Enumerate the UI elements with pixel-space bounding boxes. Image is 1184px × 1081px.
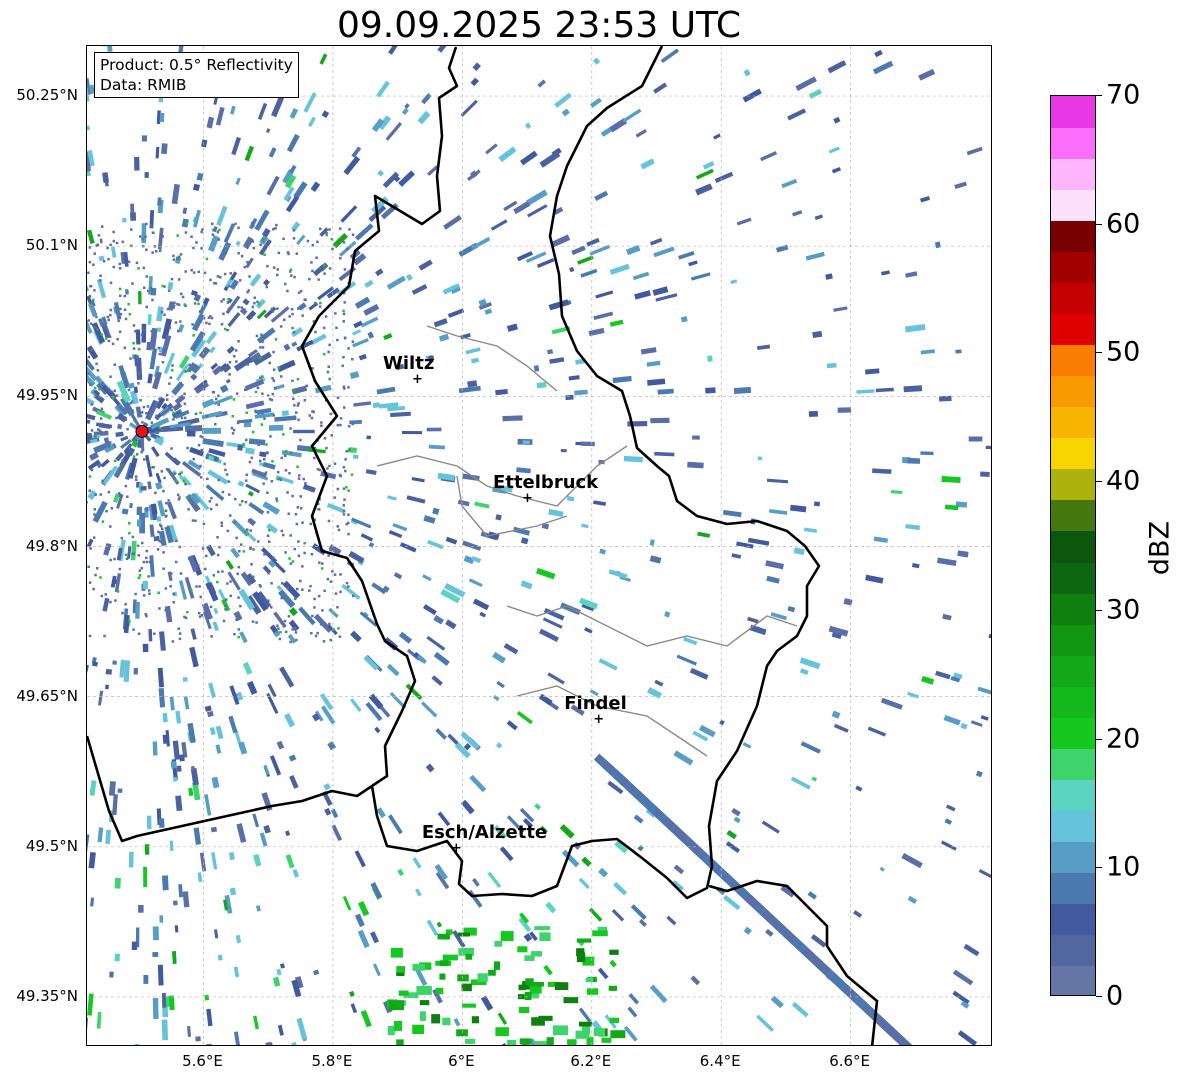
country-borders [87, 46, 879, 1045]
lon-tick-label: 6.6°E [829, 1052, 871, 1070]
colorbar-tick-label: 70 [1106, 79, 1141, 111]
colorbar-tick-label: 60 [1106, 208, 1141, 240]
lon-tick-label: 6.2°E [570, 1052, 612, 1070]
colorbar-segment [1051, 903, 1095, 936]
colorbar-segment [1051, 965, 1095, 995]
colorbar-segment [1051, 96, 1095, 128]
city-marker-icon: + [593, 711, 605, 727]
lat-tick-label: 50.1°N [25, 236, 78, 255]
lat-tick-label: 50.25°N [16, 86, 78, 105]
district-border [506, 605, 798, 647]
colorbar-tick-label: 40 [1106, 465, 1141, 497]
colorbar-segment [1051, 158, 1095, 190]
colorbar-segment [1051, 127, 1095, 159]
city-marker-icon: + [522, 491, 533, 507]
colorbar-segment [1051, 344, 1095, 377]
map-canvas [87, 46, 991, 1045]
colorbar-segment [1051, 189, 1095, 221]
colorbar-tick-mark [1096, 481, 1102, 483]
radar-site-marker [135, 424, 149, 438]
colorbar-segment [1051, 562, 1095, 594]
lat-tick-label: 49.5°N [25, 836, 78, 855]
colorbar-segment [1051, 779, 1095, 812]
radar-site-dot [135, 424, 149, 438]
map-title: 09.09.2025 23:53 UTC [336, 5, 742, 46]
colorbar-tick-label: 30 [1106, 594, 1141, 626]
city-label: Wiltz [383, 353, 435, 375]
colorbar-tick-label: 0 [1106, 980, 1124, 1012]
colorbar-segment [1051, 717, 1095, 749]
lat-tick-label: 49.8°N [25, 536, 78, 555]
colorbar-segment [1051, 375, 1095, 408]
colorbar-segment [1051, 624, 1095, 656]
colorbar-segment [1051, 437, 1095, 470]
city-marker-icon: + [450, 840, 462, 856]
city-marker-icon: + [412, 372, 423, 388]
lon-tick-label: 5.6°E [182, 1052, 223, 1070]
colorbar-tick-label: 20 [1106, 723, 1141, 755]
data-source-label: Data: RMIB [100, 76, 187, 94]
colorbar-segment [1051, 251, 1095, 283]
colorbar-segment [1051, 841, 1095, 874]
colorbar-segment [1051, 810, 1095, 843]
colorbar-tick-mark [1096, 352, 1102, 354]
lat-tick-label: 49.95°N [16, 386, 78, 405]
radar-map[interactable] [86, 45, 992, 1046]
colorbar-tick-mark [1096, 738, 1102, 740]
colorbar-segment [1051, 468, 1095, 501]
colorbar-segment [1051, 655, 1095, 687]
colorbar-tick-mark [1096, 223, 1102, 225]
lat-tick-label: 49.65°N [16, 686, 78, 705]
colorbar-segment [1051, 406, 1095, 439]
city-label: Ettelbruck [493, 472, 599, 494]
product-label: Product: 0.5° Reflectivity [100, 56, 293, 74]
lon-tick-label: 6.4°E [699, 1052, 741, 1070]
colorbar-segment [1051, 220, 1095, 252]
colorbar-segment [1051, 282, 1095, 314]
colorbar-segment [1051, 313, 1095, 346]
colorbar-unit-label: dBZ [1144, 520, 1176, 576]
city-label: Esch/Alzette [421, 821, 548, 843]
colorbar-segment [1051, 530, 1095, 563]
colorbar-segment [1051, 593, 1095, 625]
colorbar-segment [1051, 686, 1095, 718]
colorbar-tick-mark [1096, 867, 1102, 869]
reflectivity-echoes [87, 46, 991, 1045]
colorbar-segment [1051, 499, 1095, 532]
colorbar-tick-label: 50 [1106, 336, 1141, 368]
city-label: Findel [564, 692, 627, 714]
product-info-box: Product: 0.5° Reflectivity Data: RMIB [94, 52, 299, 98]
lon-tick-label: 6°E [448, 1052, 475, 1070]
colorbar-segment [1051, 872, 1095, 905]
lat-tick-label: 49.35°N [16, 986, 78, 1005]
dbz-colorbar [1050, 95, 1096, 996]
colorbar-tick-mark [1096, 996, 1102, 997]
colorbar-tick-mark [1096, 95, 1102, 96]
colorbar-tick-mark [1096, 609, 1102, 611]
colorbar-segment [1051, 748, 1095, 780]
colorbar-segment [1051, 934, 1095, 967]
lon-tick-label: 5.8°E [311, 1052, 353, 1070]
colorbar-tick-label: 10 [1106, 851, 1141, 883]
